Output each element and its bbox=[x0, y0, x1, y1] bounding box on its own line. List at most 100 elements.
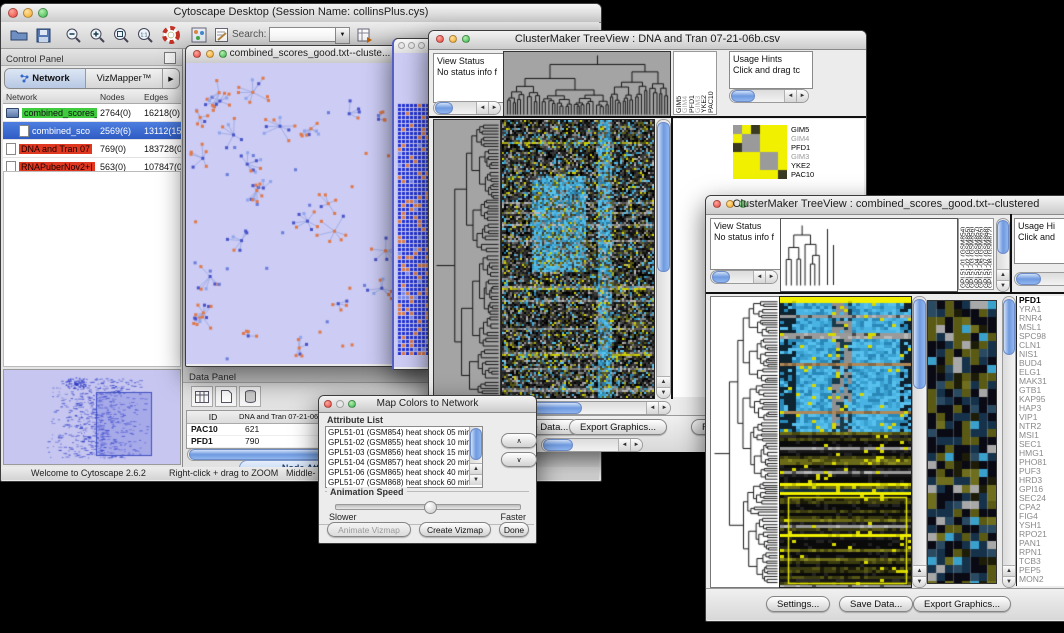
vizmapper-icon[interactable] bbox=[189, 25, 209, 45]
tv2-zoom-heatmap[interactable] bbox=[927, 300, 997, 584]
tv1-gene-label[interactable]: GIM4 bbox=[791, 134, 831, 143]
search-input[interactable] bbox=[269, 27, 337, 42]
scroll-left-icon[interactable]: ◄ bbox=[753, 271, 765, 283]
tv2-genes-vscrollbar[interactable]: ▲ ▼ bbox=[1002, 296, 1016, 588]
tv1-gene-label[interactable]: PFD1 bbox=[791, 143, 831, 152]
scroll-down-icon[interactable]: ▼ bbox=[913, 576, 926, 587]
move-up-button[interactable]: ∧ bbox=[501, 433, 537, 448]
usage-hints-text: Click and drag tc bbox=[733, 65, 809, 76]
table-select-icon[interactable] bbox=[191, 386, 213, 407]
scroll-up-icon[interactable]: ▲ bbox=[657, 376, 670, 387]
minimize-icon[interactable] bbox=[408, 42, 415, 49]
move-down-button[interactable]: ∨ bbox=[501, 452, 537, 467]
treeview2-title-bar[interactable]: ClusterMaker TreeView : combined_scores_… bbox=[706, 196, 1064, 215]
tv1-row-dendrogram[interactable] bbox=[433, 119, 501, 399]
zoom-window-icon[interactable] bbox=[418, 42, 425, 49]
tv2-button-save-data-[interactable]: Save Data... bbox=[839, 596, 913, 612]
id-column-header[interactable]: ID bbox=[187, 411, 239, 423]
tv1-gene-label[interactable]: YKE2 bbox=[791, 161, 831, 170]
scroll-down-icon[interactable]: ▼ bbox=[1003, 576, 1015, 587]
scroll-down-icon[interactable]: ▼ bbox=[997, 280, 1009, 291]
dialog-title-bar[interactable]: Map Colors to Network bbox=[319, 396, 536, 413]
tab-overflow-arrow[interactable]: ▶ bbox=[163, 69, 179, 88]
tv2-status-scrollbar[interactable]: ◄ ► bbox=[710, 270, 778, 284]
tv2-heatmap-vscrollbar[interactable]: ▲ ▼ bbox=[912, 296, 927, 588]
animation-speed-slider[interactable] bbox=[335, 504, 521, 510]
scroll-left-icon[interactable]: ◄ bbox=[646, 402, 658, 414]
save-session-icon[interactable] bbox=[33, 25, 53, 45]
tab-network[interactable]: Network bbox=[5, 69, 86, 88]
scroll-up-icon[interactable]: ▲ bbox=[913, 565, 926, 576]
close-icon[interactable] bbox=[398, 42, 405, 49]
tv1-zoom-heatmap[interactable] bbox=[733, 125, 787, 179]
scroll-left-icon[interactable]: ◄ bbox=[618, 439, 630, 451]
network-row[interactable]: combined_sco2569(6)13112(15) bbox=[3, 122, 181, 140]
search-dropdown-icon[interactable]: ▼ bbox=[335, 27, 350, 44]
tv2-gene-list[interactable]: PFD1YRA1RNR4MSL1SPC98CLN1NIS1BUD4ELG1MAK… bbox=[1016, 296, 1064, 586]
scroll-down-icon[interactable]: ▼ bbox=[657, 387, 670, 398]
scroll-down-icon[interactable]: ▼ bbox=[470, 474, 482, 485]
scroll-up-icon[interactable]: ▲ bbox=[997, 269, 1009, 280]
scroll-up-icon[interactable]: ▲ bbox=[470, 463, 482, 474]
tv1-heatmap-vscrollbar[interactable]: ▲ ▼ bbox=[656, 119, 671, 399]
attribute-list[interactable]: GPL51-01 (GSM854) heat shock 05 minGPL51… bbox=[325, 426, 483, 488]
dialog-button-done[interactable]: Done bbox=[499, 522, 529, 537]
attribute-list-vscrollbar[interactable]: ▲ ▼ bbox=[469, 427, 482, 485]
float-panel-icon[interactable] bbox=[164, 52, 176, 64]
tv1-column-dendrogram[interactable] bbox=[503, 51, 671, 117]
scroll-right-icon[interactable]: ► bbox=[765, 271, 777, 283]
zoom-selected-icon[interactable] bbox=[111, 25, 131, 45]
open-session-icon[interactable] bbox=[9, 25, 29, 45]
attribute-list-item[interactable]: GPL51-06 (GSM865) heat shock 40 min bbox=[328, 468, 480, 478]
import-table-icon[interactable] bbox=[355, 25, 375, 45]
treeview1-title-bar[interactable]: ClusterMaker TreeView : DNA and Tran 07-… bbox=[429, 31, 866, 50]
tv1-status-scrollbar[interactable]: ◄ ► bbox=[433, 101, 501, 115]
grid-network-canvas[interactable] bbox=[397, 103, 431, 355]
tv1-gene-label[interactable]: GIM3 bbox=[791, 152, 831, 161]
tv1-hints-scrollbar[interactable]: ◄ ► bbox=[729, 89, 809, 103]
attribute-list-item[interactable]: GPL51-01 (GSM854) heat shock 05 min bbox=[328, 428, 480, 438]
zoom-in-icon[interactable] bbox=[87, 25, 107, 45]
annotation-icon[interactable] bbox=[211, 25, 231, 45]
new-attribute-icon[interactable] bbox=[215, 386, 237, 407]
network-row[interactable]: combined_scores_2764(0)16218(0) bbox=[3, 104, 181, 122]
view-status-label: View Status bbox=[714, 221, 778, 232]
tv1-gene-label[interactable]: GIM5 bbox=[791, 125, 831, 134]
tv2-global-heatmap[interactable] bbox=[779, 296, 912, 588]
main-title-bar[interactable]: Cytoscape Desktop (Session Name: collins… bbox=[1, 4, 601, 23]
attribute-list-item[interactable]: GPL51-03 (GSM856) heat shock 15 min bbox=[328, 448, 480, 458]
tv2-labels-vscrollbar[interactable]: ▲ ▼ bbox=[996, 218, 1010, 292]
scroll-right-icon[interactable]: ► bbox=[488, 102, 500, 114]
tv2-button-settings-[interactable]: Settings... bbox=[766, 596, 830, 612]
scroll-left-icon[interactable]: ◄ bbox=[476, 102, 488, 114]
col-edges[interactable]: Edges bbox=[141, 92, 181, 102]
tv2-hints-scrollbar[interactable]: ◄ ► bbox=[1014, 272, 1064, 286]
zoom-fit-icon[interactable]: 1:1 bbox=[135, 25, 155, 45]
tv1-gene-label[interactable]: PAC10 bbox=[791, 170, 831, 179]
attribute-list-item[interactable]: GPL51-02 (GSM855) heat shock 10 min bbox=[328, 438, 480, 448]
scroll-right-icon[interactable]: ► bbox=[630, 439, 642, 451]
zoom-out-icon[interactable] bbox=[63, 25, 83, 45]
birdseye-overview[interactable] bbox=[3, 369, 181, 465]
tv1-button-export-graphics-[interactable]: Export Graphics... bbox=[569, 419, 667, 435]
tv1-view-status: View Status No status info f bbox=[433, 53, 505, 103]
network-row[interactable]: DNA and Tran 07769(0)183728(0) bbox=[3, 140, 181, 158]
scroll-left-icon[interactable]: ◄ bbox=[784, 90, 796, 102]
tv2-row-dendrogram[interactable] bbox=[710, 296, 780, 588]
col-network[interactable]: Network bbox=[3, 92, 97, 102]
tv2-column-dendrogram[interactable] bbox=[780, 218, 958, 292]
tab-vizmapper[interactable]: VizMapper™ bbox=[86, 69, 163, 88]
delete-attribute-icon[interactable] bbox=[239, 386, 261, 407]
scroll-up-icon[interactable]: ▲ bbox=[1003, 565, 1015, 576]
attribute-list-item[interactable]: GPL51-04 (GSM857) heat shock 20 min bbox=[328, 458, 480, 468]
help-lifering-icon[interactable] bbox=[161, 25, 181, 45]
tv2-button-export-graphics-[interactable]: Export Graphics... bbox=[913, 596, 1011, 612]
dialog-button-create-vizmap[interactable]: Create Vizmap bbox=[419, 522, 491, 537]
col-nodes[interactable]: Nodes bbox=[97, 92, 141, 102]
gene-list-item[interactable]: MON2 bbox=[1017, 575, 1064, 584]
slider-thumb[interactable] bbox=[424, 501, 437, 514]
tv1-zoom-scrollbar[interactable]: ◄ ► bbox=[541, 438, 643, 452]
scroll-right-icon[interactable]: ► bbox=[658, 402, 670, 414]
tv1-global-heatmap[interactable] bbox=[501, 119, 655, 399]
scroll-right-icon[interactable]: ► bbox=[796, 90, 808, 102]
